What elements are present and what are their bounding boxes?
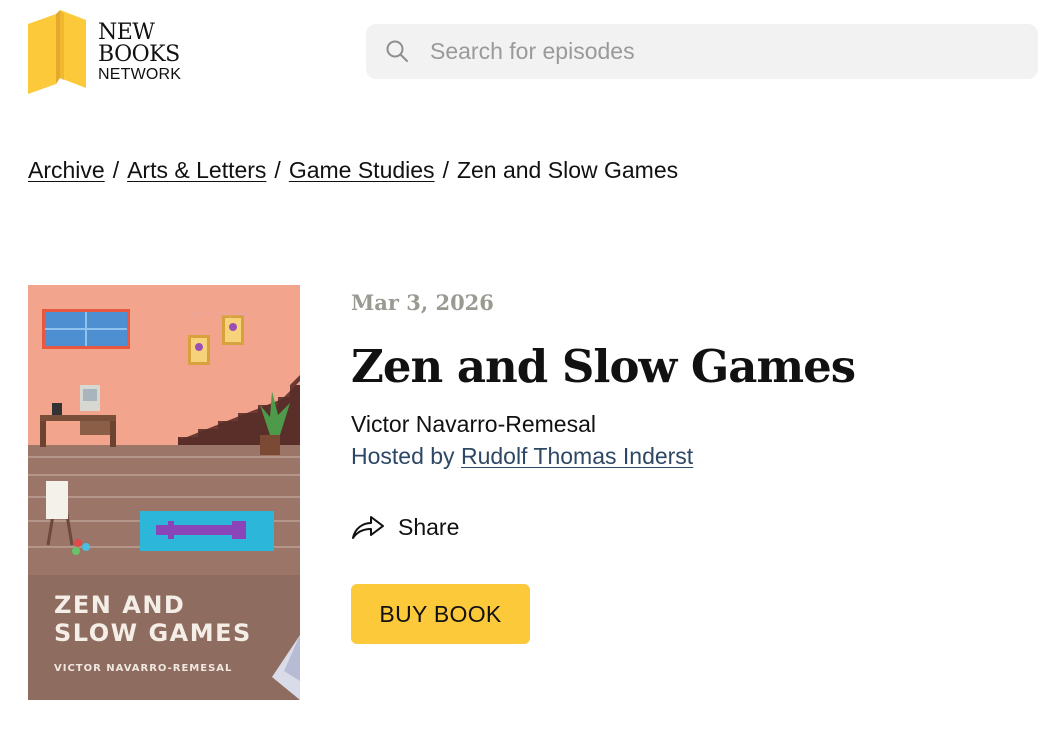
breadcrumb: Archive / Arts & Letters / Game Studies / Zen … <box>28 157 678 184</box>
logo-line-network: NETWORK <box>98 66 182 83</box>
breadcrumb-separator: / <box>442 157 449 183</box>
share-button[interactable]: Share <box>351 511 459 543</box>
search-input[interactable] <box>430 24 1020 79</box>
logo-line-books: BOOKS <box>98 42 180 67</box>
breadcrumb-separator: / <box>112 157 120 183</box>
breadcrumb-link-archive[interactable]: Archive <box>28 157 105 183</box>
share-label: Share <box>398 513 460 540</box>
episode-title: Zen and Slow Games <box>351 340 856 393</box>
logo-line-new: NEW <box>98 20 155 45</box>
cover-title: ZEN AND SLOW GAMES <box>54 591 252 647</box>
search-bar[interactable] <box>366 24 1038 79</box>
breadcrumb-separator: / <box>274 157 281 183</box>
logo-wordmark: NEW BOOKS NETWORK <box>98 22 181 84</box>
breadcrumb-link-arts-letters[interactable]: Arts & Letters <box>127 157 266 183</box>
book-cover[interactable]: playful thinking series ZEN AND SLOW GAM… <box>28 285 300 700</box>
hosted-by: Hosted by Rudolf Thomas Inderst <box>351 443 693 470</box>
buy-book-button[interactable]: BUY BOOK <box>351 584 530 644</box>
book-author: Victor Navarro-Remesal <box>351 411 596 437</box>
breadcrumb-current: Zen and Slow Games <box>456 157 679 183</box>
search-icon <box>386 40 408 62</box>
episode-date: Mar 3, 2026 <box>351 290 494 315</box>
site-logo[interactable]: NEW BOOKS NETWORK <box>28 8 198 96</box>
cover-author: VICTOR NAVARRO-REMESAL <box>54 663 233 674</box>
hosted-by-prefix: Hosted by <box>351 443 455 469</box>
book-logo-icon <box>28 10 86 94</box>
cover-series-label: playful thinking series <box>192 312 250 318</box>
host-link[interactable]: Rudolf Thomas Inderst <box>461 443 693 469</box>
breadcrumb-link-game-studies[interactable]: Game Studies <box>289 157 435 183</box>
share-arrow-icon <box>352 516 384 539</box>
